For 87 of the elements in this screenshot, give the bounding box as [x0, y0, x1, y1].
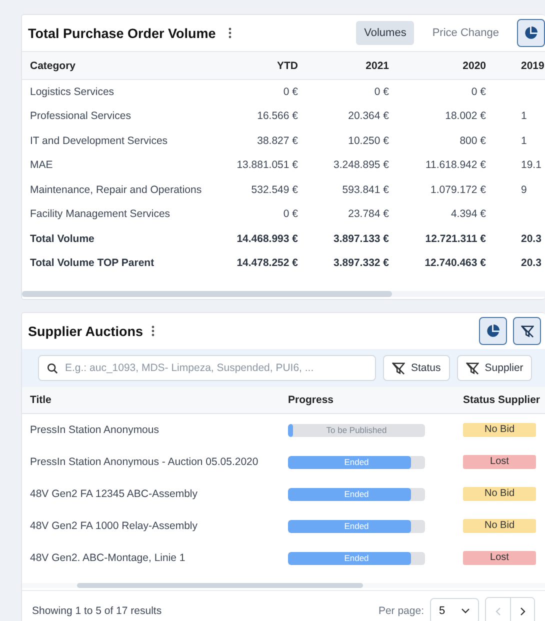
table-cell-text: MAE — [29, 158, 54, 174]
scrollbar-thumb[interactable] — [22, 291, 392, 297]
table-cell-text: 16.566 € — [256, 109, 298, 124]
table-cell-text: 48V Gen2. ABC-Montage, Linie 1 — [29, 551, 186, 566]
progress-label: Ended — [343, 456, 370, 468]
table-cell-text: Total Volume TOP Parent — [29, 256, 156, 272]
column-header: Status Supplier — [462, 387, 545, 414]
more-icon[interactable] — [228, 27, 232, 39]
progress-label: Ended — [343, 552, 370, 564]
scrollbar-thumb[interactable] — [77, 583, 363, 588]
filter-button[interactable]: Supplier — [456, 355, 532, 381]
table-cell: 3.897.133 € — [298, 226, 389, 251]
view-tab[interactable]: Price Change — [424, 21, 507, 45]
table-cell: 23.784 € — [298, 202, 389, 226]
column-header: YTD — [212, 52, 298, 80]
card-title: Total Purchase Order Volume — [28, 26, 216, 40]
status-badge: No Bid — [463, 487, 536, 501]
table-cell-text: Total Volume — [29, 232, 96, 247]
table-cell: 3.897.332 € — [298, 251, 389, 276]
search-field[interactable]: E.g.: auc_1093, MDS- Limpeza, Suspended, PUI6, ... — [38, 355, 376, 381]
progress-label: To be Published — [325, 424, 388, 436]
table-cell: 19.1 — [486, 153, 545, 178]
pie-chart-icon — [524, 26, 538, 40]
table-cell: PressIn Station Anonymous — [22, 414, 287, 446]
column-header: 2020 — [389, 52, 486, 80]
table-cell: Logistics Services — [22, 80, 212, 104]
table-cell: 20.364 € — [298, 104, 389, 128]
pie-chart-icon — [486, 324, 500, 338]
clear-filters-button[interactable] — [513, 317, 541, 345]
column-header: 2019 — [486, 52, 545, 80]
table-cell: 4.394 € — [389, 202, 486, 226]
table-cell-text: 14.478.252 € — [236, 256, 298, 272]
status-badge: Lost — [463, 455, 536, 469]
table-cell-text: 38.827 € — [256, 134, 298, 149]
status-badge: Lost — [463, 551, 536, 565]
status-badge: No Bid — [463, 423, 536, 437]
table-cell-text: 13.881.051 € — [236, 158, 298, 174]
table-cell: 10.250 € — [298, 128, 389, 153]
column-header: 2021 — [298, 52, 389, 80]
table-cell-text: 48V Gen2 FA 1000 Relay-Assembly — [29, 519, 199, 534]
table-cell-text: PressIn Station Anonymous - Auction 05.05.2020 — [29, 455, 260, 470]
column-header: Category — [22, 52, 212, 80]
filter-off-icon — [520, 324, 534, 338]
per-page-select[interactable]: 5 — [430, 598, 479, 621]
status-badge: No Bid — [463, 519, 536, 533]
table-cell: 1 — [486, 104, 545, 128]
filter-button[interactable]: Status — [383, 355, 450, 381]
table-cell: 1 — [486, 128, 545, 153]
table-cell-text: 14.468.993 € — [236, 232, 298, 247]
chart-view-button[interactable] — [479, 317, 507, 345]
table-cell-text: Maintenance, Repair and Operations — [29, 182, 203, 198]
table-cell: 0 € — [389, 80, 486, 104]
column-header: Title — [22, 387, 287, 414]
table-cell: 1.079.172 € — [389, 178, 486, 202]
table-cell: 12.740.463 € — [389, 251, 486, 276]
filter-off-icon — [466, 362, 479, 374]
table-cell: 20.3 — [486, 226, 545, 251]
table-cell: 9 — [486, 178, 545, 202]
more-icon[interactable] — [151, 325, 156, 337]
progress-label: Ended — [343, 488, 370, 500]
table-cell-text: Facility Management Services — [29, 207, 172, 222]
search-icon — [47, 363, 58, 374]
table-cell: 11.618.942 € — [389, 153, 486, 178]
table-cell-text: 0 € — [282, 207, 298, 222]
table-cell: 593.841 € — [298, 178, 389, 202]
table-cell-text: 48V Gen2 FA 12345 ABC-Assembly — [29, 487, 199, 502]
chart-view-button[interactable] — [517, 19, 545, 47]
table-cell: 800 € — [389, 128, 486, 153]
table-cell-text: 532.549 € — [250, 182, 298, 198]
view-tab[interactable]: Volumes — [356, 21, 414, 45]
filter-off-icon — [392, 362, 405, 374]
table-cell: 0 € — [212, 80, 298, 104]
table-cell: 3.248.895 € — [298, 153, 389, 178]
table-cell: 18.002 € — [389, 104, 486, 128]
column-header: Progress — [287, 387, 462, 414]
table-cell: 0 € — [298, 80, 389, 104]
results-summary: Showing 1 to 5 of 17 results — [32, 605, 162, 617]
progress-label: Ended — [343, 520, 370, 532]
table-cell-text: IT and Development Services — [29, 134, 169, 149]
table-cell-text: Professional Services — [29, 109, 132, 124]
chevron-down-icon — [461, 608, 470, 614]
table-cell: 12.721.311 € — [389, 226, 486, 251]
chevron-left-icon — [495, 606, 501, 616]
card-title: Supplier Auctions — [28, 324, 144, 338]
chevron-right-icon — [520, 606, 526, 616]
table-cell: 20.3 — [486, 251, 545, 276]
per-page-label: Per page: — [378, 605, 424, 617]
